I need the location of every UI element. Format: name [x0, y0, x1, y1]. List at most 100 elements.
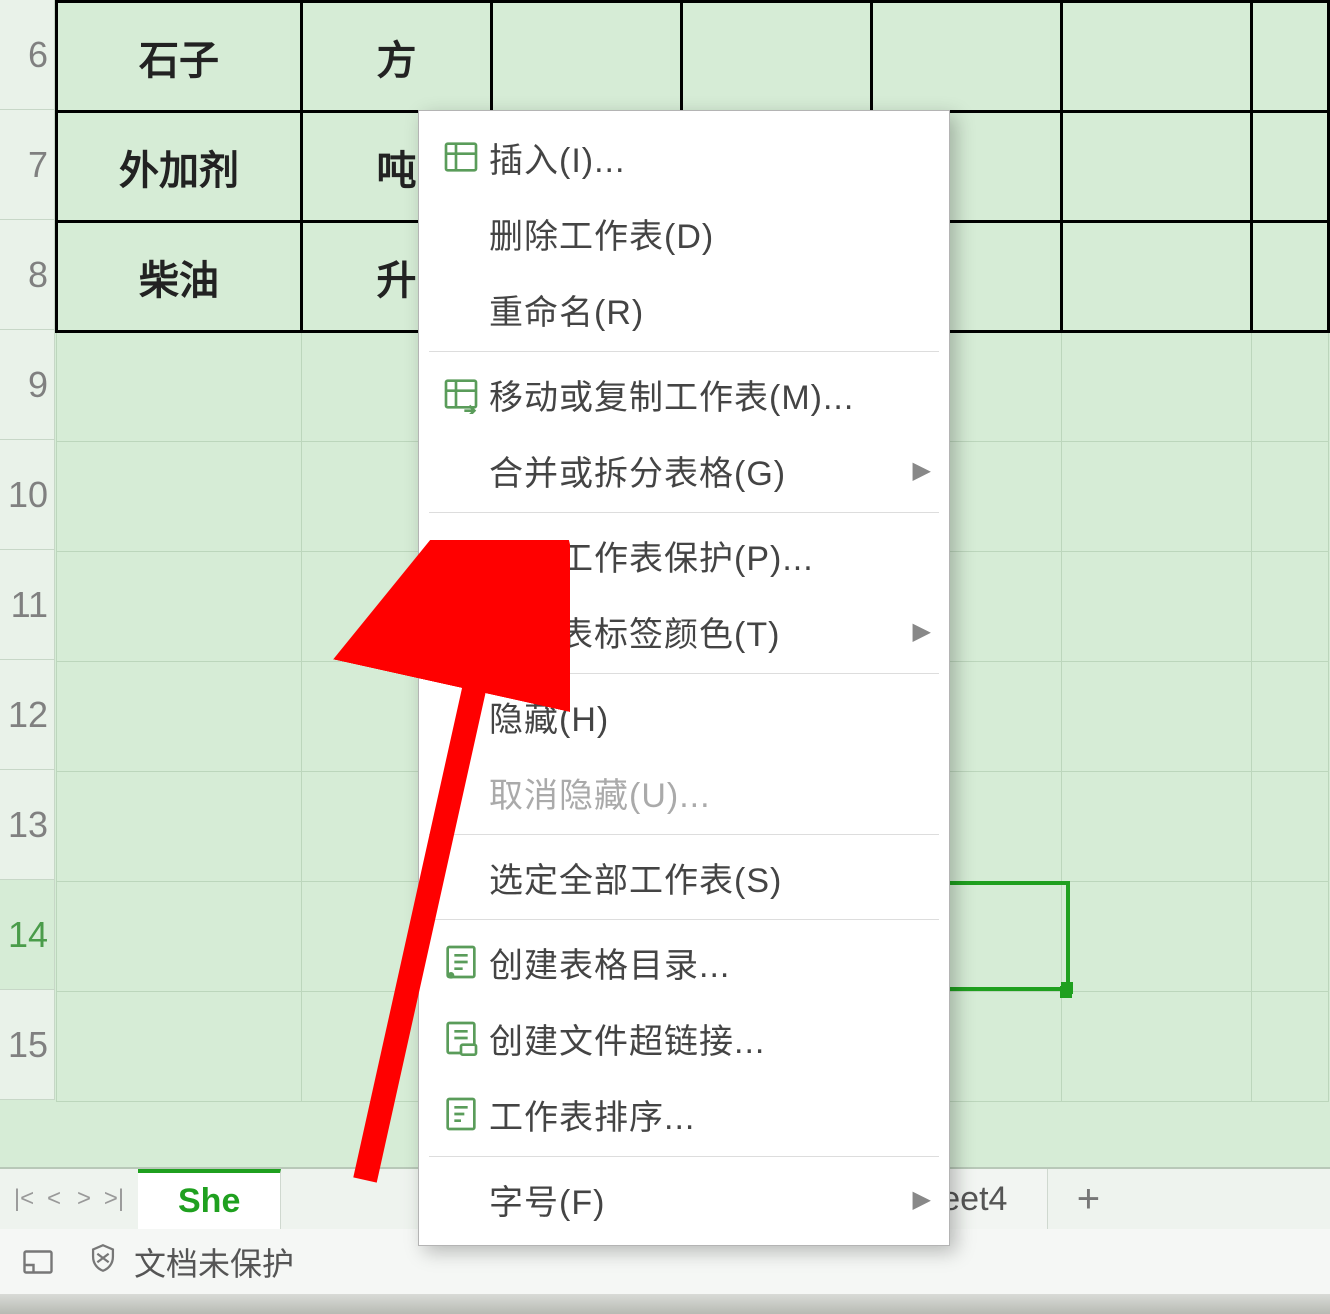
row-header[interactable]: 15 [0, 990, 55, 1100]
tab-nav-first-icon[interactable]: |< [10, 1185, 38, 1213]
menu-item-label: 取消隐藏(U)... [489, 768, 931, 817]
cell[interactable] [1062, 992, 1252, 1102]
protect-status-label: 文档未保护 [134, 1239, 294, 1285]
add-sheet-button[interactable]: + [1048, 1169, 1128, 1229]
menu-item[interactable]: 工作表标签颜色(T)▶ [419, 593, 949, 669]
cell[interactable] [1252, 662, 1329, 772]
cell[interactable]: 柴油 [57, 222, 302, 332]
cell[interactable] [1252, 772, 1329, 882]
cell[interactable] [1252, 552, 1329, 662]
row-header-selected[interactable]: 14 [0, 880, 55, 990]
menu-item-label: 移动或复制工作表(M)... [489, 370, 931, 419]
row-header[interactable]: 8 [0, 220, 55, 330]
menu-item[interactable]: 工作表排序... [419, 1076, 949, 1152]
cell[interactable] [1252, 222, 1329, 332]
tab-nav-prev-icon[interactable]: < [40, 1185, 68, 1213]
cell[interactable] [1252, 2, 1329, 112]
menu-item[interactable]: 移动或复制工作表(M)... [419, 356, 949, 432]
menu-item-label: 撤消工作表保护(P)... [489, 531, 931, 580]
menu-item[interactable]: 创建文件超链接... [419, 1000, 949, 1076]
menu-separator [429, 919, 939, 920]
row-header[interactable]: 13 [0, 770, 55, 880]
menu-item-label: 创建文件超链接... [489, 1014, 931, 1063]
tab-nav-last-icon[interactable]: >| [100, 1185, 128, 1213]
shield-icon [86, 1241, 120, 1283]
tab-nav-controls: |< < > >| [0, 1169, 138, 1229]
chevron-right-icon: ▶ [913, 1185, 931, 1214]
row-header[interactable]: 12 [0, 660, 55, 770]
menu-item-label: 重命名(R) [489, 285, 931, 334]
cell[interactable] [57, 882, 302, 992]
cell[interactable] [1252, 332, 1329, 442]
menu-separator [429, 673, 939, 674]
cell[interactable] [57, 992, 302, 1102]
chevron-right-icon: ▶ [913, 456, 931, 485]
menu-item: 取消隐藏(U)... [419, 754, 949, 830]
table-row: 石子方 [57, 2, 1329, 112]
menu-item-label: 删除工作表(D) [489, 209, 931, 258]
tab-nav-next-icon[interactable]: > [70, 1185, 98, 1213]
cell[interactable] [1062, 222, 1252, 332]
os-taskbar-edge [0, 1294, 1330, 1314]
row-header[interactable]: 11 [0, 550, 55, 660]
link-file-icon [433, 1018, 489, 1058]
menu-separator [429, 834, 939, 835]
menu-item-label: 合并或拆分表格(G) [489, 446, 913, 495]
cell[interactable] [1252, 112, 1329, 222]
cell[interactable] [1252, 442, 1329, 552]
chevron-right-icon: ▶ [913, 617, 931, 646]
row-header[interactable]: 9 [0, 330, 55, 440]
menu-item[interactable]: 撤消工作表保护(P)... [419, 517, 949, 593]
menu-item[interactable]: 创建表格目录... [419, 924, 949, 1000]
cell[interactable] [1062, 772, 1252, 882]
row-header[interactable]: 6 [0, 0, 55, 110]
reading-layout-icon[interactable] [20, 1244, 56, 1280]
menu-item[interactable]: 合并或拆分表格(G)▶ [419, 432, 949, 508]
cell[interactable] [1062, 662, 1252, 772]
sort-sheet-icon [433, 1094, 489, 1134]
cell[interactable] [1252, 882, 1329, 992]
sheet-tab-active[interactable]: She [138, 1169, 281, 1229]
menu-item-label: 隐藏(H) [489, 692, 931, 741]
menu-item[interactable]: 字号(F)▶ [419, 1161, 949, 1237]
menu-separator [429, 351, 939, 352]
cell[interactable] [1062, 552, 1252, 662]
cell[interactable]: 外加剂 [57, 112, 302, 222]
cell[interactable] [1062, 442, 1252, 552]
cell[interactable] [682, 2, 872, 112]
table-insert-icon [433, 137, 489, 177]
menu-item[interactable]: 隐藏(H) [419, 678, 949, 754]
cell[interactable] [57, 552, 302, 662]
cell[interactable] [1062, 882, 1252, 992]
document-protect-status[interactable]: 文档未保护 [86, 1239, 294, 1285]
cell[interactable] [1062, 2, 1252, 112]
menu-separator [429, 1156, 939, 1157]
row-header[interactable]: 7 [0, 110, 55, 220]
menu-item-label: 插入(I)... [489, 133, 931, 182]
cell[interactable]: 方 [302, 2, 492, 112]
cell[interactable] [57, 442, 302, 552]
cell[interactable] [492, 2, 682, 112]
menu-item-label: 工作表排序... [489, 1090, 931, 1139]
cell[interactable] [57, 332, 302, 442]
menu-item[interactable]: 重命名(R) [419, 271, 949, 347]
plus-icon: + [1077, 1177, 1100, 1222]
lock-icon [433, 535, 489, 575]
menu-item-label: 创建表格目录... [489, 938, 931, 987]
cell[interactable] [1252, 992, 1329, 1102]
menu-item[interactable]: 选定全部工作表(S) [419, 839, 949, 915]
menu-separator [429, 512, 939, 513]
cell[interactable] [872, 2, 1062, 112]
menu-item[interactable]: 删除工作表(D) [419, 195, 949, 271]
cell[interactable]: 石子 [57, 2, 302, 112]
cell[interactable] [57, 662, 302, 772]
menu-item-label: 字号(F) [489, 1175, 913, 1224]
row-header[interactable]: 10 [0, 440, 55, 550]
cell[interactable] [1062, 112, 1252, 222]
sheet-tab-context-menu: 插入(I)... 删除工作表(D) 重命名(R) 移动或复制工作表(M)... 合并或拆… [418, 110, 950, 1246]
menu-item-label: 选定全部工作表(S) [489, 853, 931, 902]
cell[interactable] [57, 772, 302, 882]
table-move-icon [433, 374, 489, 414]
cell[interactable] [1062, 332, 1252, 442]
menu-item[interactable]: 插入(I)... [419, 119, 949, 195]
